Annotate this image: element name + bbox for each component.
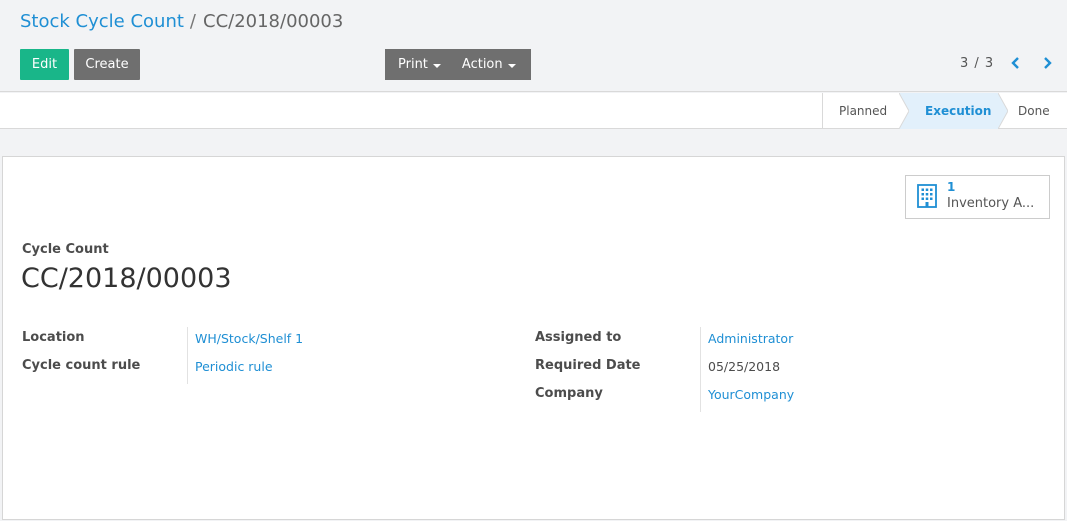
control-panel: Stock Cycle Count / CC/2018/00003 Edit Cre… xyxy=(0,0,1067,92)
smart-button-count: 1 xyxy=(947,180,956,194)
location-label: Location xyxy=(22,330,85,345)
breadcrumb-current: CC/2018/00003 xyxy=(203,11,344,32)
sidebar-button-group: Print Action xyxy=(385,49,531,80)
stage-execution[interactable]: Execution xyxy=(899,93,1008,129)
pager-value[interactable]: 3 / 3 xyxy=(960,56,994,71)
stage-label: Planned xyxy=(839,104,888,118)
breadcrumb-parent-link[interactable]: Stock Cycle Count xyxy=(20,11,184,32)
stage-planned[interactable]: Planned xyxy=(822,93,909,129)
print-dropdown[interactable]: Print xyxy=(385,49,441,80)
company-label: Company xyxy=(535,386,603,401)
record-name: CC/2018/00003 xyxy=(21,263,232,294)
caret-down-icon xyxy=(432,63,441,68)
print-dropdown-label: Print xyxy=(398,57,428,72)
required-date-field[interactable]: 05/25/2018 xyxy=(708,359,780,374)
assigned-to-field[interactable]: Administrator xyxy=(708,331,793,346)
field-separator xyxy=(187,327,188,384)
stage-arrow-icon xyxy=(998,93,1008,129)
chevron-right-icon xyxy=(1044,57,1052,69)
action-dropdown-label: Action xyxy=(461,57,503,72)
edit-button[interactable]: Edit xyxy=(20,49,69,80)
building-icon xyxy=(917,184,937,208)
create-button[interactable]: Create xyxy=(74,49,140,80)
status-stages: Planned Execution Done xyxy=(822,93,1067,129)
assigned-to-label: Assigned to xyxy=(535,330,622,345)
chevron-left-icon xyxy=(1011,57,1019,69)
pager-next-button[interactable] xyxy=(1040,55,1054,71)
action-dropdown[interactable]: Action xyxy=(441,49,516,80)
location-field[interactable]: WH/Stock/Shelf 1 xyxy=(195,331,303,346)
smart-button-label: Inventory A... xyxy=(947,196,1035,211)
company-field[interactable]: YourCompany xyxy=(708,387,794,402)
cycle-count-rule-label: Cycle count rule xyxy=(22,358,141,373)
record-type-label: Cycle Count xyxy=(22,242,109,257)
caret-down-icon xyxy=(507,63,516,68)
breadcrumb: Stock Cycle Count / CC/2018/00003 xyxy=(20,11,343,32)
inventory-adjustments-smart-button[interactable]: 1 Inventory A... xyxy=(905,175,1050,219)
required-date-label: Required Date xyxy=(535,358,641,373)
field-separator xyxy=(700,327,701,412)
form-sheet: 1 Inventory A... Cycle Count CC/2018/000… xyxy=(2,156,1065,520)
stage-label: Execution xyxy=(925,104,992,118)
status-bar: Planned Execution Done xyxy=(0,93,1067,129)
stage-label: Done xyxy=(1018,104,1050,118)
stage-arrow-icon xyxy=(899,93,909,129)
cycle-count-rule-field[interactable]: Periodic rule xyxy=(195,359,273,374)
pager-previous-button[interactable] xyxy=(1009,55,1023,71)
stage-done[interactable]: Done xyxy=(998,93,1067,129)
breadcrumb-separator: / xyxy=(189,11,196,32)
